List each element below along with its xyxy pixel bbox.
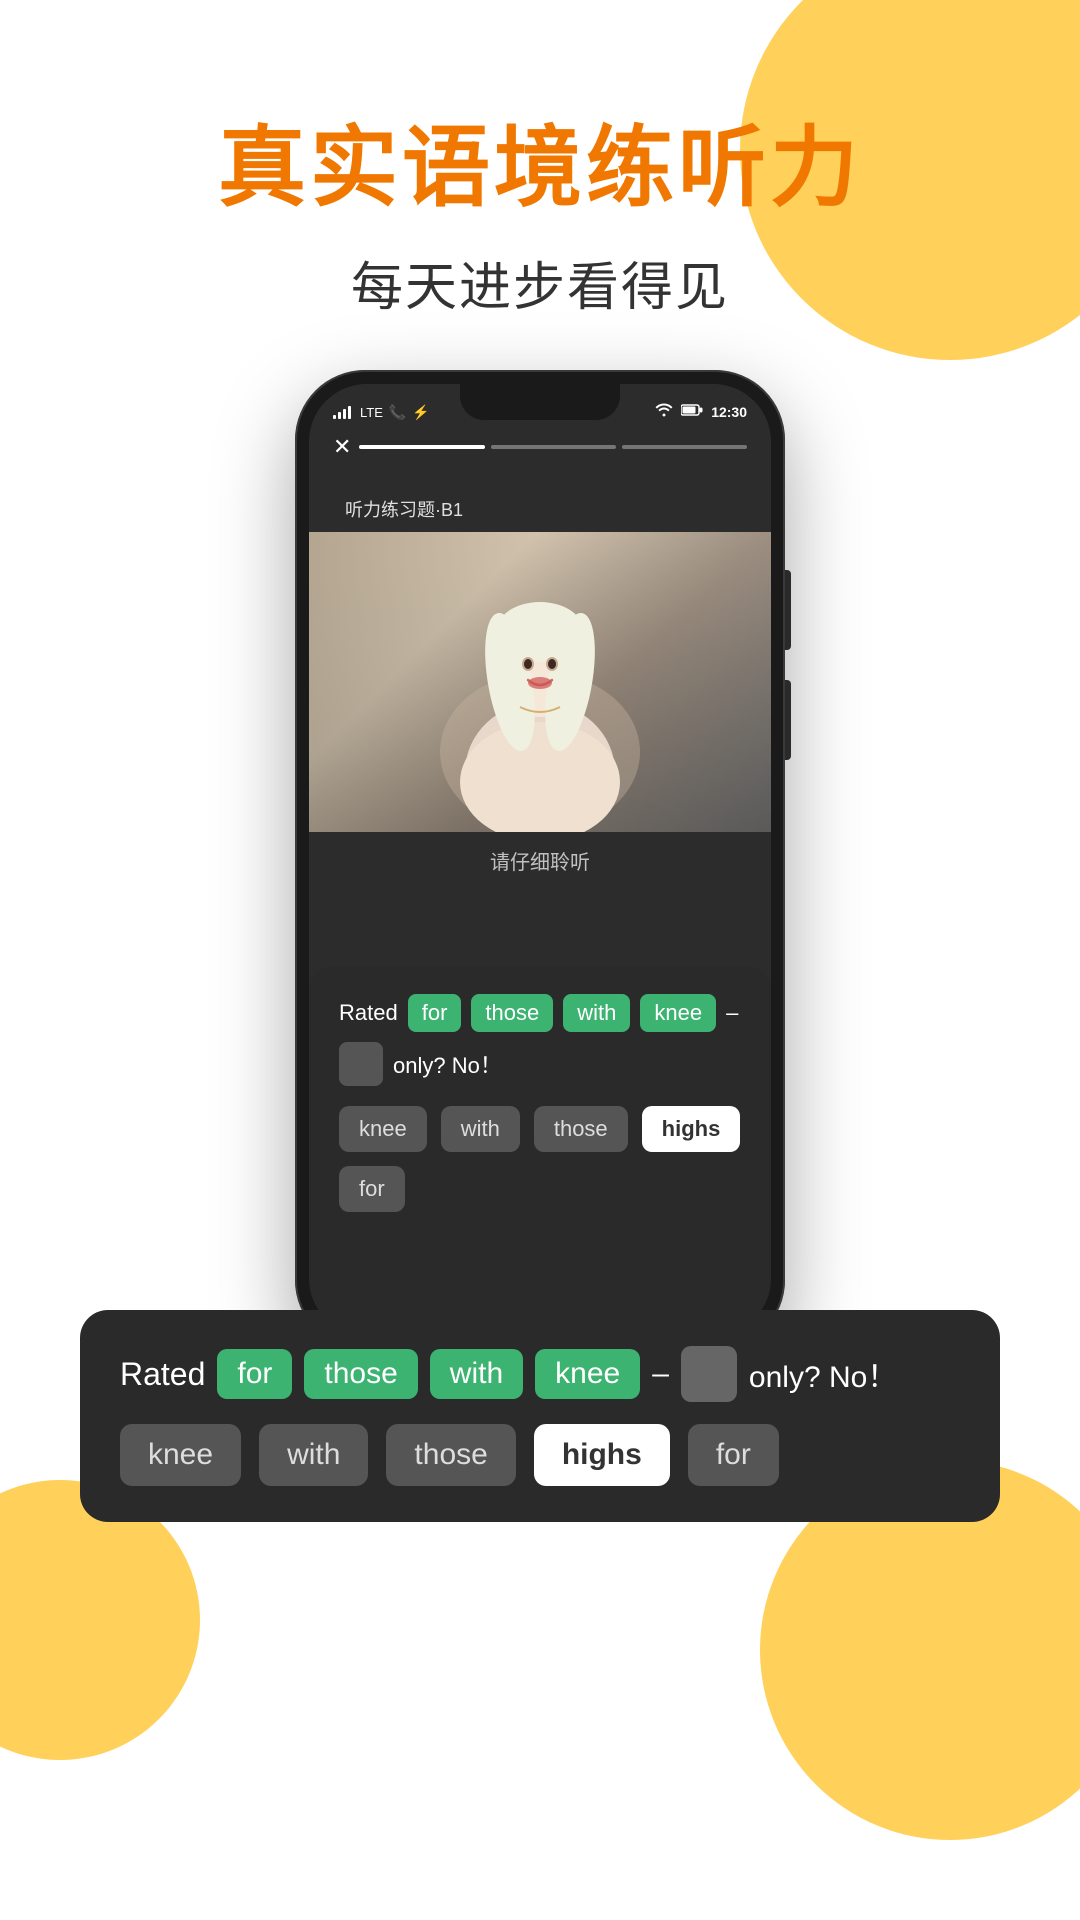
wifi-icon — [655, 403, 673, 422]
choice-knee[interactable]: knee — [339, 1106, 427, 1152]
status-right: 12:30 — [655, 403, 747, 422]
chip-with: with — [563, 994, 630, 1032]
outer-chip-those: those — [304, 1349, 417, 1399]
outer-choice-knee[interactable]: knee — [120, 1424, 241, 1486]
choice-area[interactable]: knee with those highs for — [339, 1106, 741, 1212]
time-display: 12:30 — [711, 404, 747, 420]
signal-bar-3 — [343, 409, 346, 419]
signal-bar-2 — [338, 412, 341, 419]
outer-chip-for: for — [217, 1349, 292, 1399]
outer-suffix: only? No！ — [749, 1352, 897, 1396]
outer-rated: Rated — [120, 1356, 205, 1393]
blank-box — [339, 1042, 383, 1086]
close-button[interactable]: ✕ — [333, 434, 351, 460]
choice-those[interactable]: those — [534, 1106, 628, 1152]
suffix-text: only? No！ — [393, 1048, 502, 1080]
decorative-circle-bottom-left — [0, 1480, 200, 1760]
progress-bar-1 — [359, 445, 484, 449]
signal-bars — [333, 405, 351, 419]
lesson-label: 听力练习题·B1 — [345, 496, 463, 522]
outer-chip-with: with — [430, 1349, 523, 1399]
listen-text: 请仔细聆听 — [309, 846, 771, 875]
chip-dash: – — [726, 1000, 738, 1026]
sub-title: 每天进步看得见 — [0, 245, 1080, 320]
outer-blank — [681, 1346, 737, 1402]
choice-for[interactable]: for — [339, 1166, 405, 1212]
outer-choice-with[interactable]: with — [259, 1424, 368, 1486]
phone-mockup: LTE 📞 ⚡ — [295, 370, 785, 1350]
phone-icon: 📞 — [389, 404, 406, 421]
progress-area: ✕ — [309, 434, 771, 460]
woman-figure — [420, 552, 660, 832]
choice-highs-selected[interactable]: highs — [642, 1106, 741, 1152]
choice-with[interactable]: with — [441, 1106, 520, 1152]
rated-word: Rated — [339, 1000, 398, 1026]
chip-for: for — [408, 994, 462, 1032]
outer-chip-knee: knee — [535, 1349, 640, 1399]
phone-outer: LTE 📞 ⚡ — [295, 370, 785, 1350]
progress-bar-2 — [491, 445, 616, 449]
progress-bars — [359, 445, 747, 449]
status-left: LTE 📞 ⚡ — [333, 404, 430, 421]
progress-bar-3 — [622, 445, 747, 449]
outer-choice-those[interactable]: those — [386, 1424, 515, 1486]
signal-bar-1 — [333, 415, 336, 419]
outer-sentence-row: Rated for those with knee – only? No！ — [120, 1346, 960, 1402]
outer-choice-for[interactable]: for — [688, 1424, 779, 1486]
header-area: 真实语境练听力 每天进步看得见 — [0, 120, 1080, 320]
answer-panel: Rated for those with knee – only? No！ kn… — [309, 966, 771, 1336]
phone-screen: LTE 📞 ⚡ — [309, 384, 771, 1336]
outer-choice-row[interactable]: knee with those highs for — [120, 1424, 960, 1486]
video-frame — [309, 532, 771, 832]
phone-notch — [460, 384, 620, 420]
chip-knee: knee — [640, 994, 716, 1032]
outer-answer-panel: Rated for those with knee – only? No！ kn… — [80, 1310, 1000, 1522]
lte-label: LTE — [360, 405, 383, 420]
sentence-area: Rated for those with knee – only? No！ — [339, 994, 741, 1086]
outer-dash: – — [652, 1357, 669, 1391]
bluetooth-icon: ⚡ — [412, 404, 429, 421]
outer-choice-highs[interactable]: highs — [534, 1424, 670, 1486]
signal-bar-4 — [348, 406, 351, 419]
battery-icon — [681, 403, 703, 422]
main-title: 真实语境练听力 — [0, 120, 1080, 217]
chip-those: those — [471, 994, 553, 1032]
